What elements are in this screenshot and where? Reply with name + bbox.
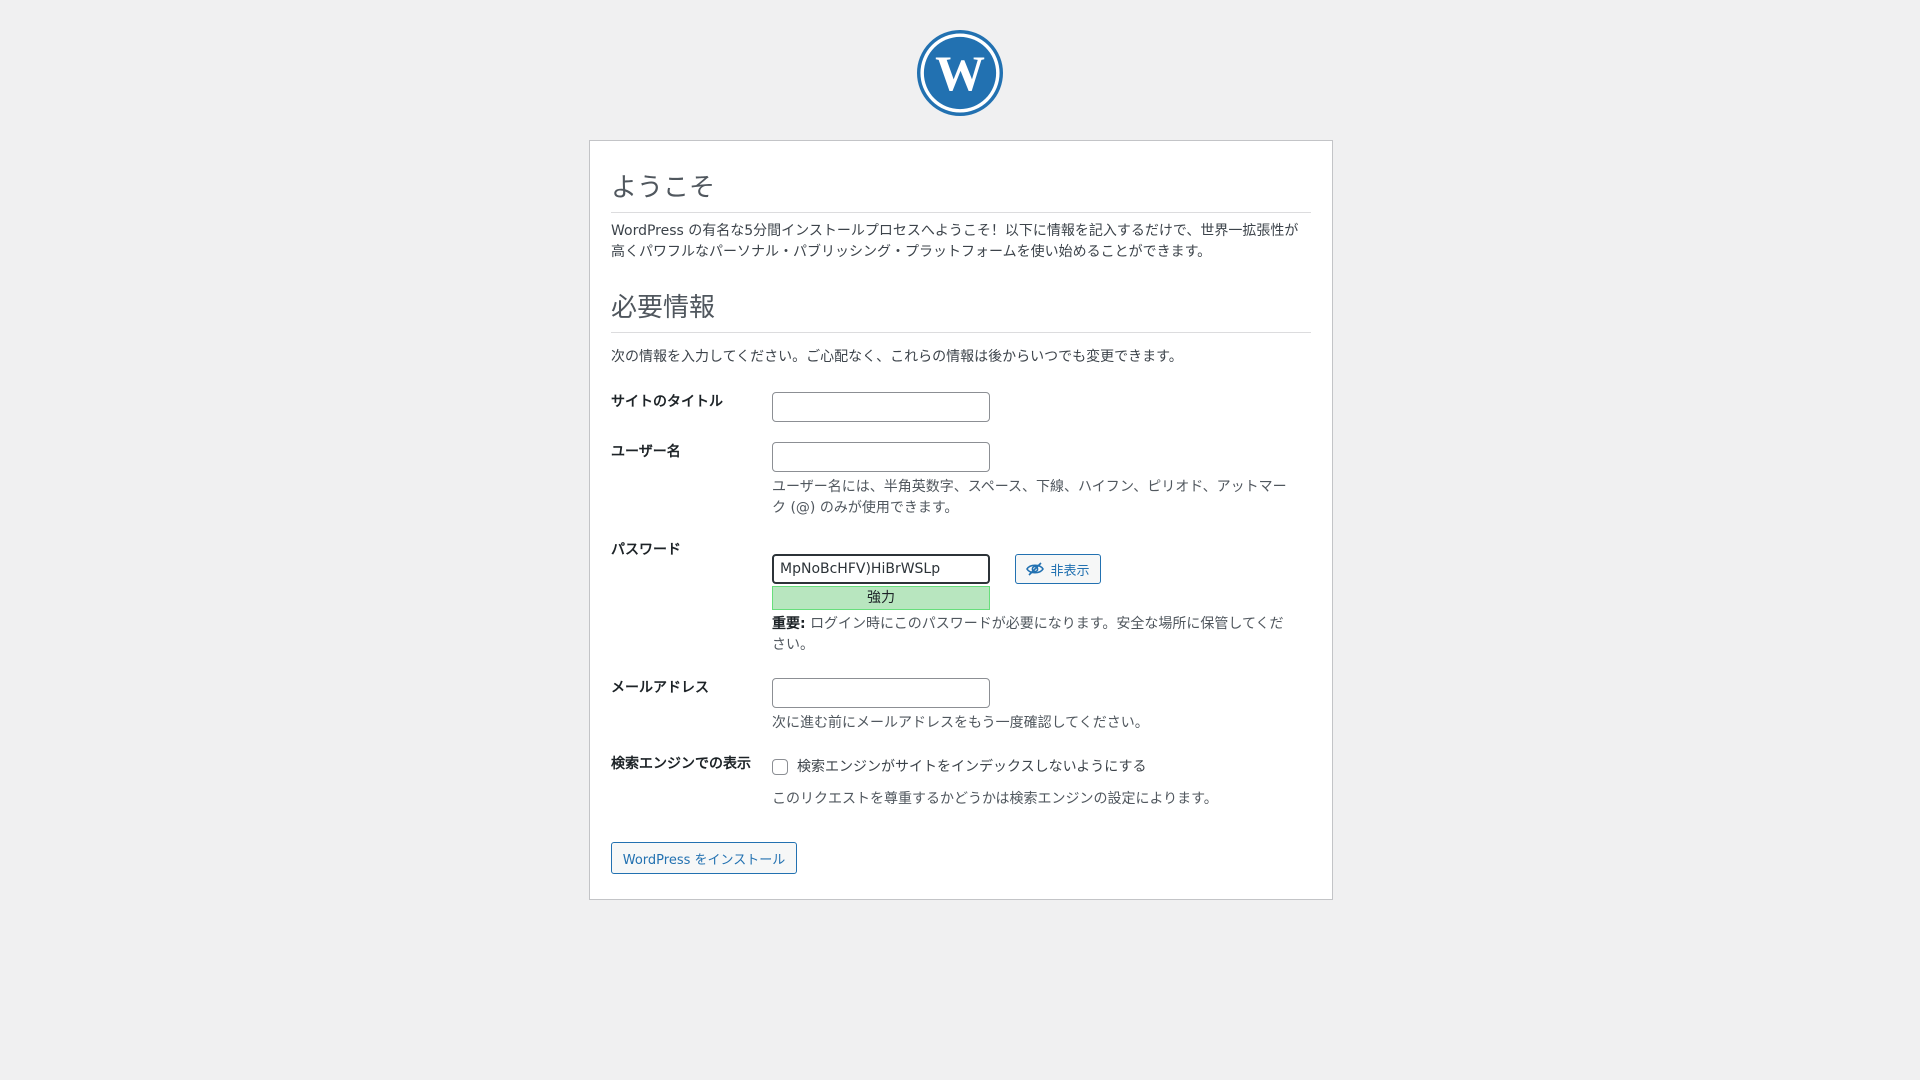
password-hint: 重要: ログイン時にこのパスワードが必要になります。安全な場所に保管してください… xyxy=(772,614,1292,656)
password-label: パスワード xyxy=(611,542,681,558)
hide-password-label: 非表示 xyxy=(1050,563,1090,579)
email-label: メールアドレス xyxy=(611,680,709,696)
search-engine-hint: このリクエストを尊重するかどうかは検索エンジンの設定によります。 xyxy=(772,791,1218,807)
username-label: ユーザー名 xyxy=(611,444,681,460)
hide-password-button[interactable]: 非表示 xyxy=(1015,554,1101,584)
wordpress-logo-icon: W xyxy=(917,30,1003,116)
password-strength-indicator: 強力 xyxy=(772,586,990,610)
required-info-heading: 必要情報 xyxy=(611,287,1311,333)
svg-text:W: W xyxy=(935,46,985,101)
required-info-intro: 次の情報を入力してください。ご心配なく、これらの情報は後からいつでも変更できます… xyxy=(611,349,1183,365)
search-engine-checkbox[interactable] xyxy=(772,759,788,775)
username-hint: ユーザー名には、半角英数字、スペース、下線、ハイフン、ピリオド、アットマーク (… xyxy=(772,479,1287,516)
search-engine-visibility-label: 検索エンジンでの表示 xyxy=(611,756,751,772)
search-engine-checkbox-label[interactable]: 検索エンジンがサイトをインデックスしないようにする xyxy=(797,757,1146,777)
welcome-intro: WordPress の有名な5分間インストールプロセスへようこそ！以下に情報を記… xyxy=(611,223,1299,260)
email-input[interactable] xyxy=(772,678,990,708)
install-card: ようこそ WordPress の有名な5分間インストールプロセスへようこそ！以下… xyxy=(589,140,1333,900)
site-title-label: サイトのタイトル xyxy=(611,394,723,410)
password-hint-important: 重要: xyxy=(772,616,806,632)
eye-slash-icon xyxy=(1026,562,1045,576)
username-input[interactable] xyxy=(772,442,990,472)
site-title-input[interactable] xyxy=(772,392,990,422)
password-hint-text: ログイン時にこのパスワードが必要になります。安全な場所に保管してください。 xyxy=(772,616,1284,653)
password-input[interactable] xyxy=(772,554,990,584)
install-wordpress-button[interactable]: WordPress をインストール xyxy=(611,842,797,874)
email-hint: 次に進む前にメールアドレスをもう一度確認してください。 xyxy=(772,715,1149,731)
welcome-heading: ようこそ xyxy=(611,167,1311,213)
